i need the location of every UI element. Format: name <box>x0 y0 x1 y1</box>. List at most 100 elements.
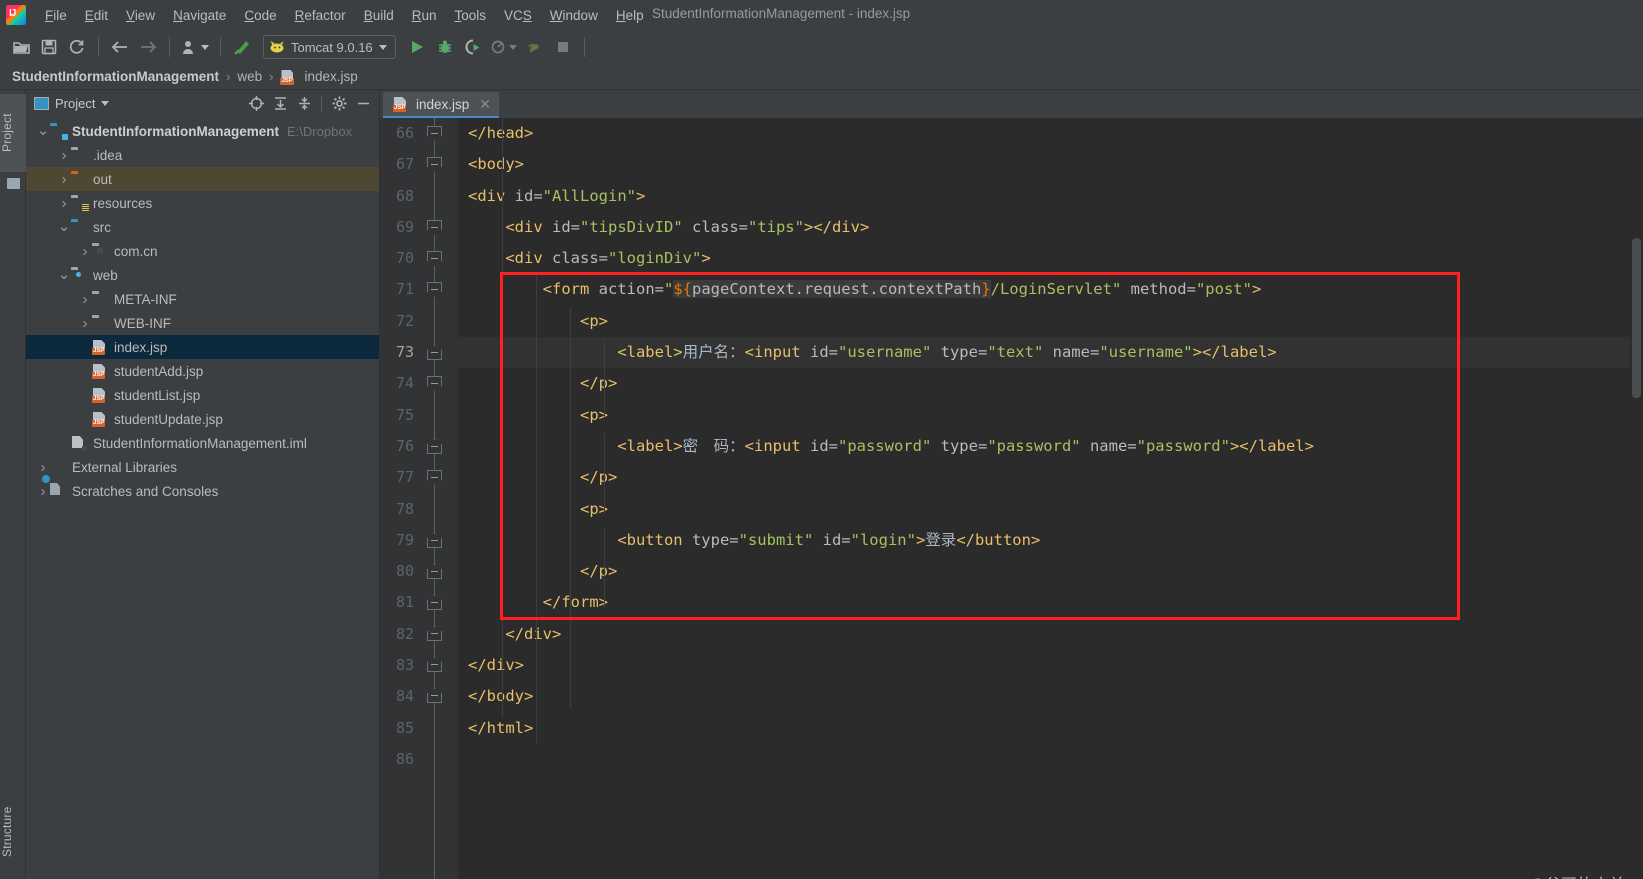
code-line[interactable]: <label>用户名：<input id="username" type="te… <box>458 337 1643 369</box>
chevron-right-icon[interactable]: › <box>36 483 50 500</box>
tree-node-studentadd-jsp[interactable]: JSP studentAdd.jsp <box>26 359 379 383</box>
code-folding-column[interactable] <box>424 118 446 879</box>
code-line[interactable]: </html> <box>458 713 1643 744</box>
open-folder-icon[interactable] <box>8 34 34 60</box>
user-icon[interactable] <box>178 34 212 60</box>
menu-item-help[interactable]: Help <box>607 5 653 26</box>
rail-tab-structure[interactable]: Structure <box>0 789 26 875</box>
tree-node-external-libraries[interactable]: › External Libraries <box>26 455 379 479</box>
tree-node-resources[interactable]: › resources <box>26 191 379 215</box>
code-line[interactable]: </div> <box>458 619 1643 650</box>
fold-marker[interactable] <box>427 220 442 235</box>
update-app-icon[interactable] <box>522 34 548 60</box>
menu-item-refactor[interactable]: Refactor <box>286 5 355 26</box>
debug-bug-icon[interactable] <box>432 34 458 60</box>
menu-item-view[interactable]: View <box>117 5 164 26</box>
menu-item-code[interactable]: Code <box>235 5 285 26</box>
chevron-down-icon[interactable]: ⌄ <box>57 219 71 234</box>
rail-tab-project[interactable]: Project <box>0 94 26 172</box>
fold-marker[interactable] <box>427 688 442 703</box>
arrow-right-icon[interactable] <box>135 34 161 60</box>
code-line[interactable]: <form action="${pageContext.request.cont… <box>458 274 1643 305</box>
expand-all-icon[interactable] <box>270 94 290 114</box>
tree-node--idea[interactable]: › .idea <box>26 143 379 167</box>
fold-marker[interactable] <box>427 251 442 266</box>
close-icon[interactable]: ✕ <box>479 96 491 113</box>
fold-marker[interactable] <box>427 282 442 297</box>
fold-marker[interactable] <box>427 657 442 672</box>
menu-item-build[interactable]: Build <box>355 5 403 26</box>
fold-marker[interactable] <box>427 126 442 141</box>
tree-node-studentinformationmanagement-iml[interactable]: StudentInformationManagement.iml <box>26 431 379 455</box>
menu-item-navigate[interactable]: Navigate <box>164 5 235 26</box>
chevron-down-icon[interactable] <box>378 44 387 50</box>
code-line[interactable] <box>458 744 1643 775</box>
fold-marker[interactable] <box>427 564 442 579</box>
save-icon[interactable] <box>36 34 62 60</box>
chevron-right-icon[interactable]: › <box>78 243 92 260</box>
fold-marker[interactable] <box>427 157 442 172</box>
tree-node-index-jsp[interactable]: JSP index.jsp <box>26 335 379 359</box>
tree-node-meta-inf[interactable]: › META-INF <box>26 287 379 311</box>
code-line[interactable]: <p> <box>458 400 1643 431</box>
tree-node-studentinformationmanagement[interactable]: ⌄ StudentInformationManagement E:\Dropbox <box>26 119 379 143</box>
code-line[interactable]: <div id="tipsDivID" class="tips"></div> <box>458 212 1643 243</box>
hide-minimize-icon[interactable] <box>353 94 373 114</box>
code-content[interactable]: </head> <body> <div id="AllLogin"> <div id… <box>458 118 1643 879</box>
chevron-down-icon[interactable] <box>101 101 110 106</box>
tree-node-web[interactable]: ⌄ web <box>26 263 379 287</box>
fold-marker[interactable] <box>427 595 442 610</box>
breadcrumb-item-web[interactable]: web <box>237 69 262 84</box>
breadcrumb-item-file[interactable]: JSP index.jsp <box>280 69 358 85</box>
run-with-coverage-icon[interactable] <box>460 34 486 60</box>
menu-item-vcs[interactable]: VCS <box>495 5 541 26</box>
tree-node-web-inf[interactable]: › WEB-INF <box>26 311 379 335</box>
tree-node-src[interactable]: ⌄ src <box>26 215 379 239</box>
menu-item-run[interactable]: Run <box>403 5 446 26</box>
menu-item-window[interactable]: Window <box>541 5 607 26</box>
locate-target-icon[interactable] <box>246 94 266 114</box>
fold-marker[interactable] <box>427 626 442 641</box>
arrow-left-icon[interactable] <box>107 34 133 60</box>
code-line[interactable]: <p> <box>458 494 1643 525</box>
tree-node-out[interactable]: › out <box>26 167 379 191</box>
chevron-right-icon[interactable]: › <box>78 291 92 308</box>
code-line[interactable]: </body> <box>458 681 1643 712</box>
gear-icon[interactable] <box>329 94 349 114</box>
code-line[interactable]: </div> <box>458 650 1643 681</box>
tree-node-scratches-and-consoles[interactable]: › Scratches and Consoles <box>26 479 379 503</box>
chevron-down-icon[interactable]: ⌄ <box>36 123 50 138</box>
fold-marker[interactable] <box>427 470 442 485</box>
code-line[interactable]: </p> <box>458 368 1643 399</box>
chevron-right-icon[interactable]: › <box>36 459 50 476</box>
code-line[interactable]: </p> <box>458 462 1643 493</box>
fold-marker[interactable] <box>427 533 442 548</box>
menu-item-file[interactable]: File <box>36 5 76 26</box>
run-play-icon[interactable] <box>404 34 430 60</box>
fold-marker[interactable] <box>427 376 442 391</box>
code-line[interactable]: </head> <box>458 118 1643 149</box>
chevron-right-icon[interactable]: › <box>57 147 71 164</box>
chevron-right-icon[interactable]: › <box>57 171 71 188</box>
editor-tab-index-jsp[interactable]: JSP index.jsp ✕ <box>383 92 500 118</box>
fold-marker[interactable] <box>427 439 442 454</box>
tree-node-studentlist-jsp[interactable]: JSP studentList.jsp <box>26 383 379 407</box>
scrollbar-thumb[interactable] <box>1632 238 1641 398</box>
hammer-icon[interactable] <box>229 34 255 60</box>
code-line[interactable]: <div class="loginDiv"> <box>458 243 1643 274</box>
menu-item-tools[interactable]: Tools <box>446 5 496 26</box>
breadcrumb-item-project[interactable]: StudentInformationManagement <box>12 69 219 84</box>
chevron-down-icon[interactable]: ⌄ <box>57 267 71 282</box>
code-line[interactable]: </form> <box>458 587 1643 618</box>
editor-scrollbar[interactable] <box>1630 118 1643 879</box>
code-line[interactable]: <div id="AllLogin"> <box>458 181 1643 212</box>
menu-item-edit[interactable]: Edit <box>76 5 117 26</box>
tree-node-studentupdate-jsp[interactable]: JSP studentUpdate.jsp <box>26 407 379 431</box>
stop-square-icon[interactable] <box>550 34 576 60</box>
profiler-icon[interactable] <box>488 34 520 60</box>
tree-node-com-cn[interactable]: › com.cn <box>26 239 379 263</box>
chevron-right-icon[interactable]: › <box>57 195 71 212</box>
code-line[interactable]: <body> <box>458 149 1643 180</box>
code-line[interactable]: </p> <box>458 556 1643 587</box>
run-configuration-selector[interactable]: Tomcat 9.0.16 <box>263 35 396 59</box>
